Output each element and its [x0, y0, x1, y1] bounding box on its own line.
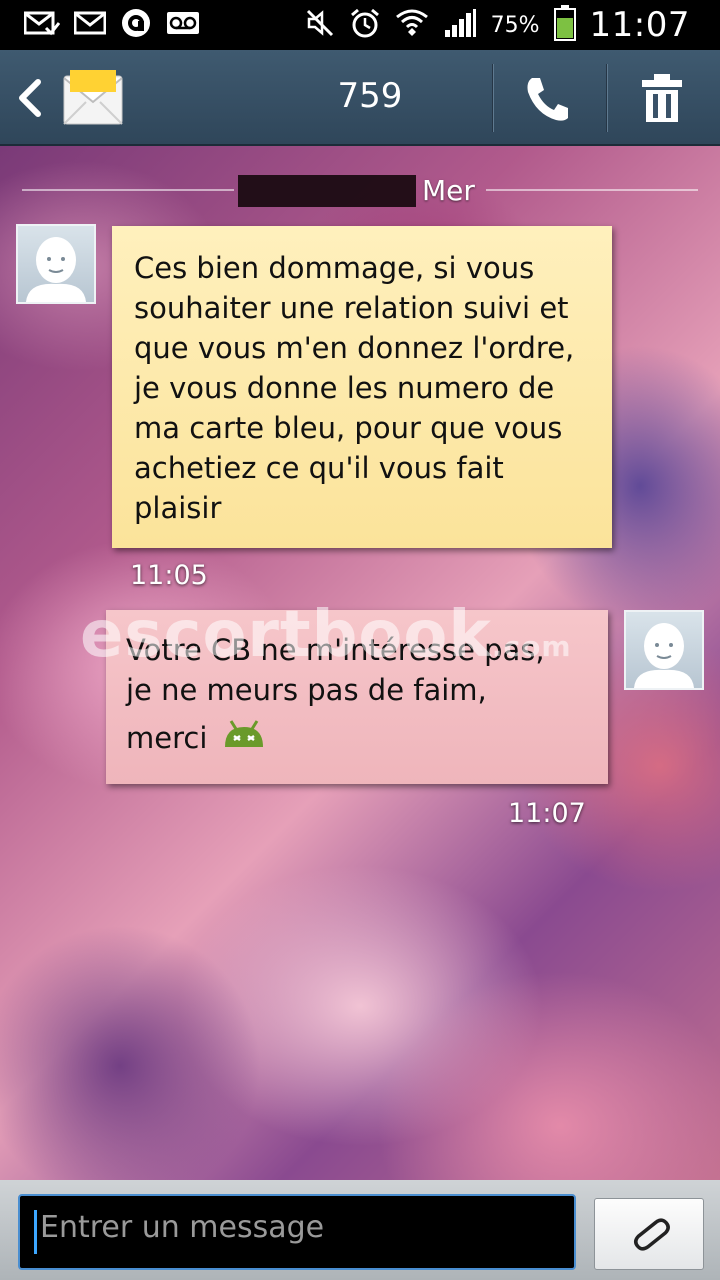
attach-button[interactable] [594, 1198, 704, 1270]
voicemail-icon [166, 11, 200, 39]
message-line: je vous donne les numero de [134, 371, 555, 405]
mail-check-icon [23, 10, 61, 40]
conversation-view[interactable]: Mer Ces bien dommage, si vous souhaiter … [0, 146, 720, 1180]
message-timestamp: 11:07 [508, 798, 586, 829]
back-button[interactable] [10, 76, 50, 120]
message-line: merci [126, 721, 208, 755]
battery-icon [553, 5, 576, 45]
paperclip-icon [634, 1218, 670, 1251]
message-line: plaisir [134, 491, 222, 525]
message-line: que vous m'en donnez l'ordre, [134, 331, 575, 365]
message-input-placeholder: Entrer un message [40, 1210, 325, 1245]
message-timestamp: 11:05 [130, 560, 208, 591]
messages-app-icon[interactable] [62, 68, 124, 128]
date-label: Mer [422, 174, 475, 207]
message-line: achetiez ce qu'il vous fait [134, 451, 504, 485]
alarm-icon [349, 7, 381, 43]
trash-icon [642, 74, 682, 122]
message-composer: Entrer un message [0, 1180, 720, 1280]
header-divider [606, 64, 608, 132]
wifi-icon [395, 7, 429, 43]
mail-icon [73, 11, 107, 39]
conversation-header: 759 [0, 50, 720, 146]
contact-avatar[interactable] [16, 224, 96, 304]
redacted-date [238, 175, 416, 207]
android-icon [221, 719, 267, 761]
date-divider-line [486, 189, 698, 191]
message-line: je ne meurs pas de faim, [126, 673, 487, 707]
mute-icon [305, 8, 335, 42]
phone-icon [527, 78, 568, 121]
app-notification-icon [120, 7, 152, 43]
chevron-left-icon [19, 79, 41, 117]
person-icon [26, 237, 86, 302]
header-divider [492, 64, 494, 132]
envelope-icon [63, 70, 123, 125]
date-divider-line [22, 189, 234, 191]
incoming-message-bubble[interactable]: Ces bien dommage, si vous souhaiter une … [112, 226, 612, 548]
message-line: souhaiter une relation suivi et [134, 291, 569, 325]
text-caret [34, 1210, 37, 1254]
message-line: ma carte bleu, pour que vous [134, 411, 563, 445]
person-icon [634, 623, 694, 688]
my-avatar[interactable] [624, 610, 704, 690]
battery-percent: 75% [490, 12, 540, 38]
signal-icon [443, 8, 477, 42]
message-line: Ces bien dommage, si vous [134, 251, 535, 285]
outgoing-message-bubble[interactable]: Votre CB ne m'intéresse pas, je ne meurs… [106, 610, 608, 784]
message-input[interactable]: Entrer un message [18, 1194, 576, 1270]
contact-title: 759 [337, 76, 403, 116]
clock: 11:07 [589, 5, 690, 45]
call-button[interactable] [520, 74, 572, 124]
message-line: Votre CB ne m'intéresse pas, [126, 633, 545, 667]
delete-button[interactable] [636, 72, 688, 126]
status-bar: 75% 11:07 [0, 0, 720, 50]
